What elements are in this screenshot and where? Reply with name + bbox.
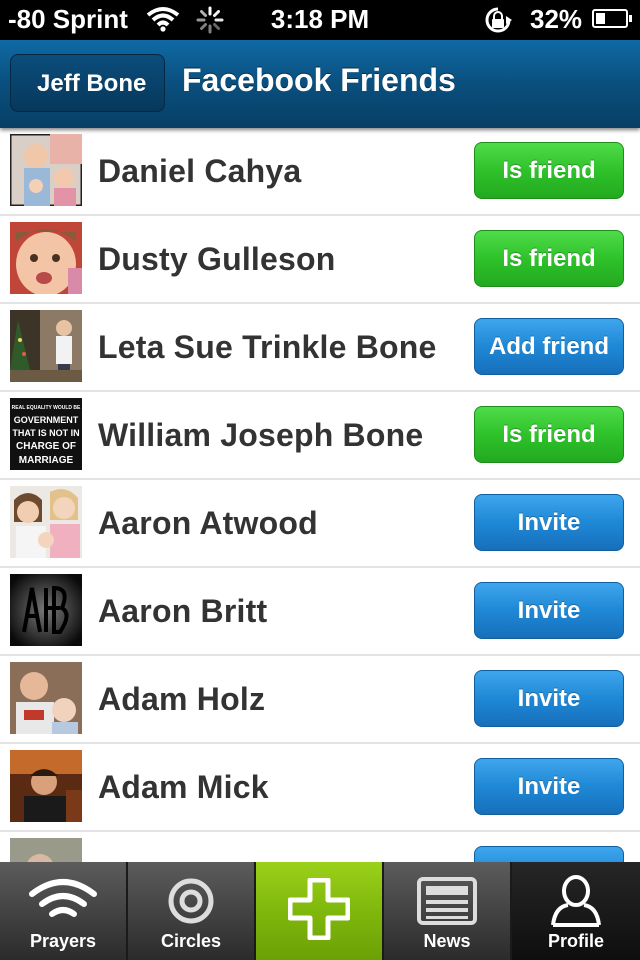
status-bar: -80 Sprint 3:18 PM 32% — [0, 0, 640, 40]
tab-bar: Prayers Circles News Profile — [0, 862, 640, 960]
friend-row[interactable]: Dusty Gulleson Is friend — [0, 216, 640, 304]
tab-label: News — [423, 931, 471, 951]
tab-profile[interactable]: Profile — [512, 862, 640, 960]
friend-name: William Joseph Bone — [98, 417, 424, 453]
friend-row[interactable]: Leta Sue Trinkle Bone Add friend — [0, 304, 640, 392]
tab-label: Circles — [160, 931, 222, 951]
rotation-lock-icon — [482, 6, 514, 41]
is-friend-button[interactable]: Is friend — [474, 230, 624, 287]
tab-prayers[interactable]: Prayers — [0, 862, 128, 960]
friend-row[interactable]: Adam Holz Invite — [0, 656, 640, 744]
friend-row[interactable]: Aaron Atwood Invite — [0, 480, 640, 568]
person-icon — [512, 872, 640, 930]
friend-row[interactable]: Adam Mick Invite — [0, 744, 640, 832]
friend-row[interactable]: Aaron Britt Invite — [0, 568, 640, 656]
friends-list[interactable]: Daniel Cahya Is friend Dusty Gulleson Is… — [0, 128, 640, 862]
friend-row[interactable]: Adriana Palla Hardy Invite — [0, 832, 640, 862]
page-title: Facebook Friends — [182, 62, 456, 98]
plus-icon — [256, 878, 382, 940]
avatar — [10, 750, 82, 822]
friend-name: Leta Sue Trinkle Bone — [98, 329, 437, 365]
battery-fill — [596, 13, 605, 24]
back-button[interactable]: Jeff Bone — [10, 54, 166, 112]
tab-circles[interactable]: Circles — [128, 862, 256, 960]
invite-button[interactable]: Invite — [474, 758, 624, 815]
friend-name: Adriana Palla Hardy — [98, 832, 404, 862]
avatar — [10, 310, 82, 382]
avatar-text: THAT IS NOT IN — [12, 428, 79, 438]
avatar — [10, 838, 82, 862]
add-friend-button[interactable]: Add friend — [474, 318, 624, 375]
tab-label: Profile — [547, 931, 604, 951]
friend-row[interactable]: REAL EQUALITY WOULD BE GOVERNMENT THAT I… — [0, 392, 640, 480]
battery-icon — [592, 9, 632, 28]
friend-row[interactable]: Daniel Cahya Is friend — [0, 128, 640, 216]
is-friend-button[interactable]: Is friend — [474, 406, 624, 463]
friend-name: Aaron Britt — [98, 593, 268, 629]
tab-news[interactable]: News — [384, 862, 512, 960]
avatar — [10, 662, 82, 734]
invite-button[interactable]: Invite — [474, 582, 624, 639]
friend-name: Adam Mick — [98, 769, 269, 805]
avatar-text: REAL EQUALITY WOULD BE — [12, 405, 81, 411]
wifi-signal-icon — [0, 872, 126, 930]
friend-name: Aaron Atwood — [98, 505, 318, 541]
tab-label: Prayers — [29, 931, 97, 951]
avatar — [10, 134, 82, 206]
is-friend-button[interactable]: Is friend — [474, 142, 624, 199]
avatar — [10, 222, 82, 294]
avatar — [10, 574, 82, 646]
invite-button[interactable]: Invite — [474, 494, 624, 551]
avatar-text: GOVERNMENT — [14, 415, 79, 425]
invite-button[interactable]: Invite — [474, 846, 624, 862]
avatar: REAL EQUALITY WOULD BE GOVERNMENT THAT I… — [10, 398, 82, 470]
friend-name: Adam Holz — [98, 681, 266, 717]
target-icon — [128, 872, 254, 930]
friend-name: Daniel Cahya — [98, 153, 302, 189]
tab-add[interactable] — [256, 862, 384, 960]
navigation-bar: Jeff Bone Facebook Friends — [0, 40, 640, 128]
avatar-text: CHARGE OF — [16, 441, 76, 452]
invite-button[interactable]: Invite — [474, 670, 624, 727]
friend-name: Dusty Gulleson — [98, 241, 336, 277]
avatar-text: MARRIAGE — [19, 455, 74, 466]
newspaper-icon — [384, 872, 510, 930]
avatar — [10, 486, 82, 558]
battery-percent: 32% — [530, 4, 583, 34]
